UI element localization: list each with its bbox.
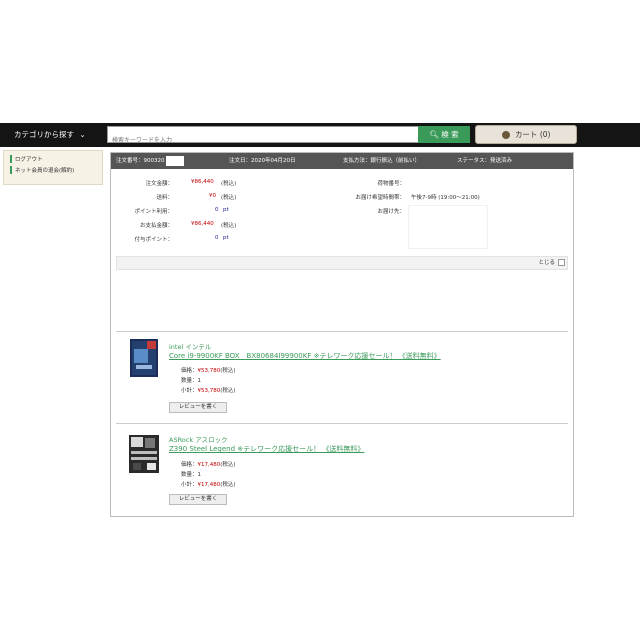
order-panel: 注文番号：900320 注文日：2020年04月20日 支払方法：銀行振込（前払… [110,152,574,517]
shipping-value: ¥0 [209,193,216,199]
item-quantity: 数量：1 [181,378,202,384]
write-review-button[interactable]: レビューを書く [169,402,227,413]
points-granted-value: 0 [215,235,219,241]
search-icon: 🔍︎ [429,130,439,139]
payment-amount-note: (税込) [221,223,237,229]
item-subtotal: 小計：¥17,480(税込) [181,482,236,488]
order-amount-label: 注文金額： [145,181,173,187]
order-date: 注文日：2020年04月20日 [229,158,296,164]
order-header: 注文番号：900320 注文日：2020年04月20日 支払方法：銀行振込（前払… [111,153,573,169]
points-used-label: ポイント利用： [134,209,173,215]
cpu-box-image [130,339,158,377]
points-granted-label: 付与ポイント： [134,237,173,243]
cart-icon [501,131,510,139]
sidebar: ログアウト ネット会員の退会(解約) [3,150,103,185]
close-checkbox[interactable] [558,259,565,266]
order-amount-value: ¥86,440 [191,179,214,185]
category-menu-button[interactable]: カテゴリから探す ⌄ [14,123,86,147]
search-button[interactable]: 🔍︎ 検 索 [418,126,470,143]
write-review-button[interactable]: レビューを書く [169,494,227,505]
motherboard-image [129,435,159,473]
payment-amount-value: ¥86,440 [191,221,214,227]
item-subtotal: 小計：¥53,780(税込) [181,388,236,394]
item-name-link[interactable]: Core i9-9900KF BOX BX80684I99900KF ※テレワー… [169,351,441,361]
order-amount-note: (税込) [221,181,237,187]
top-bar: カテゴリから探す ⌄ 🔍︎ 検 索 カート (0) [0,123,640,148]
item-quantity: 数量：1 [181,472,202,478]
item-brand: intel インテル [169,343,212,351]
order-status: ステータス：発送済み [457,158,513,164]
search-input[interactable] [108,133,416,148]
chevron-down-icon: ⌄ [79,130,86,139]
search-button-label: 検 索 [441,130,459,139]
delivery-address-label: お届け先： [377,209,405,215]
sidebar-item-logout[interactable]: ログアウト [10,155,43,163]
shipping-label: 送料： [156,195,173,201]
points-used-value: 0 [215,207,219,213]
sidebar-item-withdraw[interactable]: ネット会員の退会(解約) [10,166,74,174]
divider [116,423,568,424]
close-link[interactable]: とじる [538,257,555,269]
points-used-note: pt [223,207,229,213]
cart-label: カート (0) [514,130,551,139]
divider [116,331,568,332]
item-brand: ASRock アスロック [169,436,228,444]
delivery-time-value: 午後7-9時 (19:00〜21:00) [411,195,480,201]
search-box [107,126,419,148]
item-price: 価格：¥53,780(税込) [181,368,236,374]
payment-amount-label: お支払金額： [139,223,173,229]
order-number: 注文番号：900320 [116,153,184,169]
cart-button[interactable]: カート (0) [475,125,577,144]
item-price: 価格：¥17,480(税込) [181,462,236,468]
payment-method: 支払方法：銀行振込（前払い） [343,158,421,164]
tracking-number-label: 荷物番号： [377,181,405,187]
address-redacted [408,205,488,249]
delivery-time-label: お届け希望時間帯： [355,195,405,201]
item-name-link[interactable]: Z390 Steel Legend ※テレワーク応援セール！ 《送料無料》 [169,444,364,454]
shipping-note: (税込) [221,195,237,201]
items-header: とじる [116,256,568,270]
points-granted-note: pt [223,235,229,241]
category-label: カテゴリから探す [14,130,74,139]
